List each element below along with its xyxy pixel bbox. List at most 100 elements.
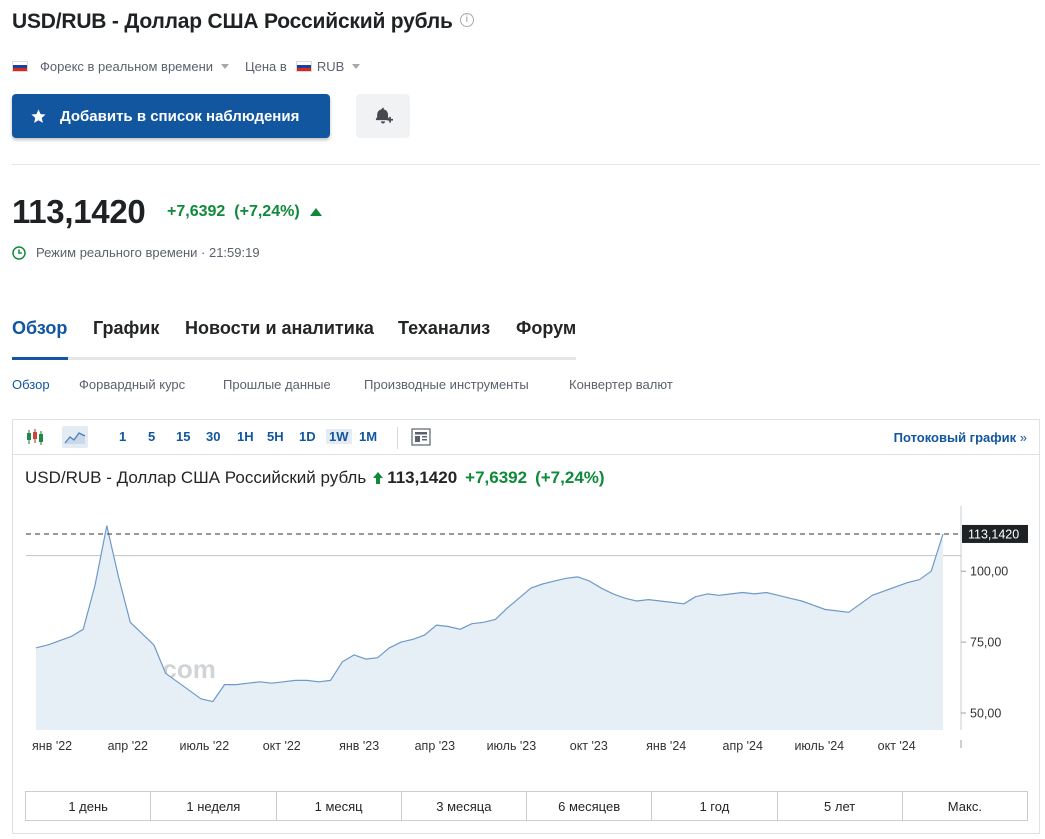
streaming-chart-link[interactable]: Потоковый график »	[894, 430, 1027, 445]
data-point	[164, 672, 167, 675]
x-tick-label: июль '24	[794, 739, 844, 753]
data-point	[623, 597, 626, 600]
x-tick-label: апр '23	[415, 739, 455, 753]
data-point	[353, 653, 356, 656]
data-point	[46, 643, 49, 646]
subtab-currency-converter[interactable]: Конвертер валют	[569, 377, 673, 392]
data-point	[553, 580, 556, 583]
data-point	[199, 697, 202, 700]
chart-change-percent: (+7,24%)	[535, 468, 605, 487]
data-point	[141, 632, 144, 635]
data-point	[258, 680, 261, 683]
star-icon	[31, 108, 46, 123]
tab-technical[interactable]: Теханализ	[398, 318, 490, 339]
subtab-forward-rates[interactable]: Форвардный курс	[79, 377, 185, 392]
news-layout-icon[interactable]	[408, 426, 434, 448]
x-tick-label: окт '22	[263, 739, 301, 753]
data-point	[706, 592, 709, 595]
y-tick-label: 100,00	[970, 565, 1008, 579]
range-1-month[interactable]: 1 месяц	[277, 792, 402, 820]
data-point	[517, 597, 520, 600]
data-point	[800, 599, 803, 602]
data-point	[612, 592, 615, 595]
chart-widget: 1 5 15 30 1H 5H 1D 1W 1M Потоковый графи…	[12, 419, 1040, 834]
price-change: +7,6392 (+7,24%)	[167, 203, 322, 221]
data-point	[70, 635, 73, 638]
russia-flag-icon	[12, 60, 28, 72]
x-tick-label: апр '24	[723, 739, 763, 753]
change-percent: (+7,24%)	[234, 203, 300, 220]
data-point	[918, 578, 921, 581]
info-icon[interactable]: i	[459, 13, 474, 27]
add-alert-button[interactable]	[356, 94, 410, 138]
up-triangle-icon	[309, 208, 322, 216]
clock-icon	[12, 245, 26, 260]
range-5-years[interactable]: 5 лет	[778, 792, 903, 820]
currency-prefix: Цена в	[245, 58, 287, 74]
data-point	[671, 601, 674, 604]
data-point	[600, 587, 603, 590]
chevron-down-icon[interactable]	[221, 63, 230, 69]
data-point	[506, 607, 509, 610]
interval-1m[interactable]: 1M	[359, 429, 377, 444]
data-point	[388, 646, 391, 649]
price-chart[interactable]: Investing.com100,0075,0050,00113,1420янв…	[13, 500, 1039, 770]
range-1-week[interactable]: 1 неделя	[151, 792, 277, 820]
subtab-historical-data[interactable]: Прошлые данные	[223, 377, 331, 392]
subtab-overview[interactable]: Обзор	[12, 377, 50, 392]
data-point	[270, 682, 273, 685]
area-fill	[36, 525, 944, 730]
data-point	[859, 602, 862, 605]
data-point	[235, 683, 238, 686]
last-price: 113,1420	[12, 193, 146, 230]
range-1-day[interactable]: 1 день	[26, 792, 152, 820]
interval-5[interactable]: 5	[148, 429, 155, 444]
data-point	[777, 594, 780, 597]
data-point	[753, 592, 756, 595]
data-point	[411, 638, 414, 641]
data-point	[824, 608, 827, 611]
data-point	[305, 679, 308, 682]
market-type[interactable]: Форекс в реальном времени	[40, 59, 213, 74]
watchlist-label: Добавить в список наблюдения	[60, 107, 300, 125]
interval-1[interactable]: 1	[119, 429, 126, 444]
area-chart-icon[interactable]	[62, 426, 88, 448]
interval-1d[interactable]: 1D	[299, 429, 316, 444]
interval-5h[interactable]: 5H	[267, 429, 284, 444]
divider	[12, 164, 1040, 165]
data-point	[729, 592, 732, 595]
chart-toolbar: 1 5 15 30 1H 5H 1D 1W 1M Потоковый графи…	[13, 420, 1039, 455]
chart-price: 113,1420	[387, 468, 458, 487]
range-1-year[interactable]: 1 год	[652, 792, 778, 820]
chevron-down-icon[interactable]	[352, 63, 361, 69]
interval-1w[interactable]: 1W	[326, 429, 352, 444]
main-tabs: Обзор График Новости и аналитика Теханал…	[12, 318, 576, 360]
x-tick-label: янв '23	[339, 739, 379, 753]
data-point	[588, 580, 591, 583]
data-point	[576, 575, 579, 578]
tab-overview[interactable]: Обзор	[12, 318, 67, 339]
data-point	[529, 587, 532, 590]
tab-forum[interactable]: Форум	[516, 318, 576, 339]
last-price-label: 113,1420	[968, 527, 1019, 541]
interval-15[interactable]: 15	[176, 429, 190, 444]
range-6-months[interactable]: 6 месяцев	[527, 792, 653, 820]
x-tick-label: апр '22	[108, 739, 148, 753]
data-point	[188, 689, 191, 692]
data-point	[647, 598, 650, 601]
data-point	[694, 595, 697, 598]
tab-news[interactable]: Новости и аналитика	[185, 318, 374, 339]
range-3-months[interactable]: 3 месяца	[402, 792, 527, 820]
tab-chart[interactable]: График	[93, 318, 159, 339]
candlestick-icon[interactable]	[23, 426, 49, 448]
data-point	[129, 621, 132, 624]
add-to-watchlist-button[interactable]: Добавить в список наблюдения	[12, 94, 330, 138]
interval-1h[interactable]: 1H	[237, 429, 254, 444]
data-point	[906, 581, 909, 584]
interval-30[interactable]: 30	[206, 429, 220, 444]
realtime-text: Режим реального времени · 21:59:19	[36, 245, 260, 260]
currency-select[interactable]: RUB	[317, 59, 344, 74]
subtab-derivatives[interactable]: Производные инструменты	[364, 377, 529, 392]
data-point	[211, 700, 214, 703]
range-max[interactable]: Макс.	[903, 792, 1027, 820]
